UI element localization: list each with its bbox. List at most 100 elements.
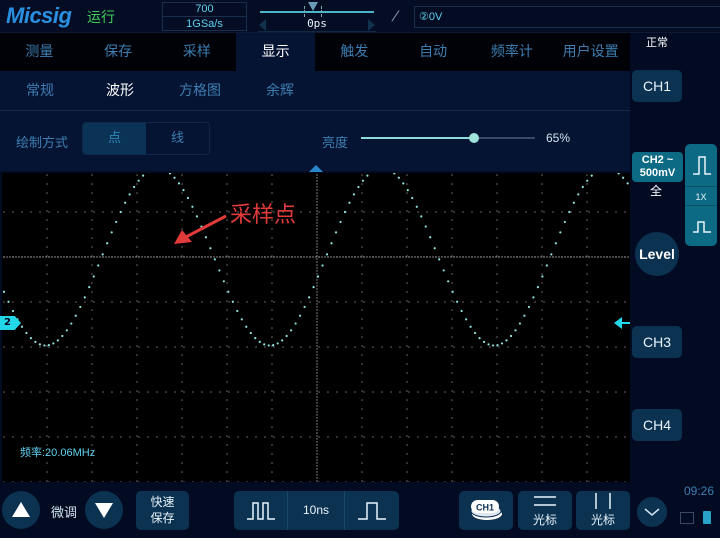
collapse-button[interactable]	[637, 497, 667, 527]
horizontal-position-bar[interactable]: 0ps	[258, 2, 376, 32]
scroll-right-icon[interactable]	[368, 19, 375, 31]
grid-hline-dot	[201, 436, 203, 438]
grid-vline-dot	[496, 444, 498, 446]
grid-vline-dot	[406, 183, 408, 185]
tab-save[interactable]: 保存	[79, 33, 158, 71]
trigger-level-line-dot	[291, 256, 293, 258]
grid-hline-dot	[354, 391, 356, 393]
grid-hline-dot	[336, 391, 338, 393]
sample-point	[496, 344, 499, 347]
grid-hline-dot	[282, 391, 284, 393]
trigger-level-line-dot	[153, 256, 155, 258]
grid-hline-dot	[3, 391, 5, 393]
timebase-decrease-button[interactable]	[234, 491, 288, 530]
pulse-up-icon[interactable]	[685, 144, 717, 186]
grid-hline-dot	[381, 436, 383, 438]
tab-sample[interactable]: 采样	[158, 33, 237, 71]
trigger-info[interactable]: ②0V	[414, 6, 720, 28]
grid-hline-dot	[219, 301, 221, 303]
trigger-level-line-dot	[54, 256, 56, 258]
grid-hline-dot	[102, 211, 104, 213]
grid-vline-dot	[136, 381, 138, 383]
grid-vline-dot	[316, 330, 318, 332]
tab-measure[interactable]: 测量	[0, 33, 79, 71]
grid-hline-dot	[255, 301, 257, 303]
grid-vline-dot	[316, 396, 318, 398]
waveform-canvas	[2, 173, 629, 482]
grid-vline-dot	[46, 336, 48, 338]
subtab-grid[interactable]: 方格图	[160, 71, 240, 110]
grid-hline-dot	[579, 346, 581, 348]
draw-mode-dots[interactable]: 点	[83, 123, 146, 154]
trigger-level-marker[interactable]	[614, 317, 630, 329]
ch4-button[interactable]: CH4	[632, 409, 682, 441]
trigger-position-marker[interactable]	[309, 165, 323, 172]
grid-vline-dot	[406, 381, 408, 383]
grid-vline-dot	[316, 318, 318, 320]
grid-vline-dot	[226, 183, 228, 185]
vertical-cursor-button[interactable]: 光标	[576, 491, 630, 530]
timebase-increase-button[interactable]	[345, 491, 399, 530]
grid-hline-dot	[444, 436, 446, 438]
waveform-display[interactable]	[2, 173, 630, 482]
grid-vline-dot	[271, 246, 273, 248]
trigger-level-line-dot	[414, 256, 416, 258]
tab-trigger[interactable]: 触发	[315, 33, 394, 71]
sample-point	[465, 318, 468, 321]
probe-ratio[interactable]: 1X	[685, 186, 717, 206]
grid-vline-dot	[496, 300, 498, 302]
ch2-button[interactable]: CH2 ~ 500mV	[632, 152, 683, 182]
trigger-level-line-dot	[135, 256, 137, 258]
grid-hline-dot	[363, 346, 365, 348]
trigger-level-line-dot	[147, 256, 149, 258]
tab-user-settings[interactable]: 用户设置	[551, 33, 630, 71]
ch2-bandwidth: 全	[650, 184, 663, 198]
level-knob[interactable]: Level	[635, 232, 679, 276]
brightness-slider[interactable]	[361, 133, 535, 143]
grid-hline-dot	[363, 436, 365, 438]
grid-hline-dot	[381, 211, 383, 213]
grid-vline-dot	[136, 300, 138, 302]
tab-auto[interactable]: 自动	[394, 33, 473, 71]
trigger-level-line-dot	[144, 256, 146, 258]
sample-point	[626, 182, 629, 185]
draw-mode-lines[interactable]: 线	[146, 123, 209, 154]
grid-hline-dot	[552, 301, 554, 303]
grid-vline-dot	[271, 471, 273, 473]
sample-point	[191, 205, 194, 208]
grid-vline-dot	[181, 183, 183, 185]
grid-hline-dot	[399, 301, 401, 303]
pulse-down-icon[interactable]	[685, 206, 717, 246]
subtab-persistence[interactable]: 余辉	[240, 71, 320, 110]
draw-mode-toggle[interactable]: 点 线	[82, 122, 210, 155]
ch3-button[interactable]: CH3	[632, 326, 682, 358]
grid-vline-dot	[46, 291, 48, 293]
tab-counter[interactable]: 频率计	[473, 33, 552, 71]
grid-hline-dot	[21, 391, 23, 393]
tab-display[interactable]: 显示	[236, 33, 315, 71]
grid-hline-dot	[165, 436, 167, 438]
acquisition-info[interactable]: 700 1GSa/s	[162, 2, 247, 31]
trigger-level-line-dot	[459, 256, 461, 258]
run-status[interactable]: 运行	[87, 7, 115, 27]
subtab-waveform[interactable]: 波形	[80, 71, 160, 110]
grid-vline-dot	[316, 462, 318, 464]
horizontal-cursor-button[interactable]: 光标	[518, 491, 572, 530]
grid-hline-dot	[111, 436, 113, 438]
fine-down-button[interactable]	[85, 491, 123, 529]
channel-select-button[interactable]: CH1	[459, 491, 513, 530]
grid-vline-dot	[316, 420, 318, 422]
brightness-thumb[interactable]	[469, 133, 480, 143]
trigger-level-line-dot	[546, 256, 548, 258]
grid-vline-dot	[46, 174, 48, 176]
ch1-button[interactable]: CH1	[632, 70, 682, 102]
fine-up-button[interactable]	[2, 491, 40, 529]
trigger-level-line-dot	[180, 256, 182, 258]
grid-hline-dot	[129, 436, 131, 438]
quick-save-button[interactable]: 快速 保存	[136, 491, 189, 530]
sample-point	[128, 193, 131, 196]
brightness-fill	[361, 137, 475, 139]
grid-hline-dot	[156, 346, 158, 348]
subtab-general[interactable]: 常规	[0, 71, 80, 110]
sample-point	[438, 258, 441, 261]
